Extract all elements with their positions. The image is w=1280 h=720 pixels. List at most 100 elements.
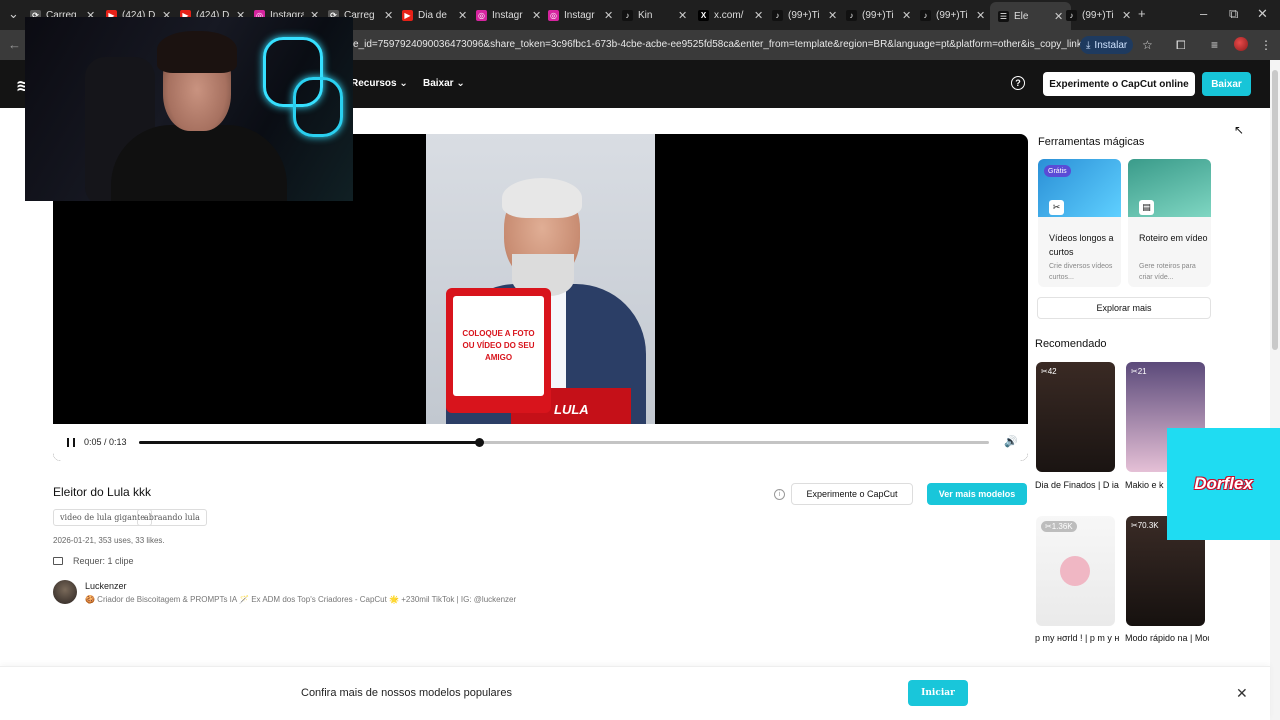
tab-title: (99+)Ti: [936, 9, 968, 21]
uses-count: ✂42: [1041, 367, 1057, 376]
mouse-cursor-icon: ↖: [1234, 123, 1245, 137]
help-icon[interactable]: ?: [1011, 76, 1025, 90]
neon-light-shape: [293, 77, 343, 137]
tab-title: Ele: [1014, 10, 1029, 22]
seek-bar[interactable]: [139, 438, 989, 447]
extensions-icon[interactable]: ⧠: [1176, 38, 1186, 53]
creator-avatar[interactable]: [53, 580, 77, 604]
tab-close-icon[interactable]: ✕: [1054, 10, 1063, 23]
tool-description: Crie diversos vídeos curtos...: [1049, 263, 1113, 281]
window-close-icon[interactable]: ✕: [1257, 6, 1268, 22]
tab-close-icon[interactable]: ✕: [976, 9, 985, 22]
tool-card-long-to-short[interactable]: Grátis ✂ Vídeos longos a curtos Crie div…: [1038, 159, 1121, 287]
free-badge: Grátis: [1044, 165, 1071, 177]
start-button[interactable]: Iniciar: [908, 680, 968, 706]
dorflex-ad[interactable]: Dorflex: [1167, 428, 1280, 540]
volume-icon[interactable]: 🔊: [1004, 435, 1018, 448]
url-text[interactable]: e_id=7597924090036473096&share_token=3c9…: [353, 39, 1093, 50]
browser-tab[interactable]: ☰ Ele ✕: [990, 2, 1072, 30]
tab-favicon-icon: ♪: [622, 9, 633, 21]
browser-tab[interactable]: ◎ Instagr ✕: [476, 4, 541, 26]
tab-title: Kin: [638, 9, 653, 21]
browser-tab[interactable]: ♪ Kin ✕: [622, 4, 687, 26]
tab-close-icon[interactable]: ✕: [532, 9, 541, 22]
browser-tab[interactable]: ▶ Dia de ✕: [402, 4, 467, 26]
tab-favicon-icon: X: [698, 9, 709, 21]
new-tab-icon[interactable]: +: [1138, 6, 1146, 21]
scissors-icon: ✂: [1049, 200, 1064, 215]
page-scrollbar[interactable]: [1270, 60, 1280, 720]
explore-more-button[interactable]: Explorar mais: [1037, 297, 1211, 319]
info-icon[interactable]: i: [774, 489, 785, 500]
tab-title: Instagr: [564, 9, 595, 21]
tab-search-icon[interactable]: ⌄: [8, 6, 19, 22]
install-icon: ⤓: [1086, 39, 1091, 51]
recommended-title[interactable]: Modo rápido na | Modo rápido na |...: [1125, 631, 1209, 645]
uses-count: ✂1.36K: [1041, 521, 1077, 532]
browser-tab[interactable]: ♪ (99+)Ti ✕: [1066, 4, 1131, 26]
tab-close-icon[interactable]: ✕: [678, 9, 687, 22]
try-capcut-button[interactable]: Experimente o CapCut: [791, 483, 913, 505]
tools-heading: Ferramentas mágicas: [1038, 136, 1145, 148]
tag-chip[interactable]: abraando lula: [137, 509, 207, 526]
uses-count: ✂70.3K: [1131, 521, 1159, 530]
tool-card-script-to-video[interactable]: ▤ Roteiro em vídeo Gere roteiros para cr…: [1128, 159, 1211, 287]
tab-title: Dia de: [418, 9, 447, 21]
install-label: Instalar: [1094, 39, 1128, 51]
script-icon: ▤: [1139, 200, 1154, 215]
recommended-title[interactable]: p my нσrld ! | p m y нσrld ! |🫶: [1035, 631, 1119, 645]
seek-bar-fill: [139, 441, 479, 444]
poster-text: COLOQUE A FOTO OU VÍDEO DO SEU AMIGO: [462, 329, 535, 362]
tab-close-icon[interactable]: ✕: [754, 9, 763, 22]
bookmark-star-icon[interactable]: ☆: [1142, 38, 1153, 52]
profile-avatar[interactable]: [1234, 37, 1248, 51]
menu-baixar[interactable]: Baixar ⌄: [423, 78, 465, 89]
tab-close-icon[interactable]: ✕: [902, 9, 911, 22]
video-stats: 2026-01-21, 353 uses, 33 likes.: [53, 536, 165, 545]
tab-close-icon[interactable]: ✕: [1122, 9, 1131, 22]
back-arrow-icon[interactable]: ←: [8, 37, 21, 52]
try-online-button[interactable]: Experimente o CapCut online: [1043, 72, 1195, 96]
tab-favicon-icon: ◎: [548, 9, 559, 21]
time-readout: 0:05 / 0:13: [84, 437, 127, 447]
recommended-thumbnail[interactable]: ✂1.36K: [1036, 516, 1115, 626]
tab-title: (99+)Ti: [862, 9, 894, 21]
browser-menu-icon[interactable]: ⋮: [1260, 38, 1272, 52]
recommended-title[interactable]: Dia de Finados | D ia de Finados |#...: [1035, 478, 1119, 492]
install-app-button[interactable]: ⤓ Instalar: [1080, 36, 1134, 54]
browser-tab[interactable]: ♪ (99+)Ti ✕: [772, 4, 837, 26]
browser-tab[interactable]: ♪ (99+)Ti ✕: [920, 4, 985, 26]
tab-close-icon[interactable]: ✕: [384, 9, 393, 22]
scroll-thumb[interactable]: [1272, 70, 1278, 350]
person-body: [111, 125, 287, 201]
creator-name[interactable]: Luckenzer: [85, 581, 127, 591]
hair-shape: [502, 178, 582, 218]
browser-tab[interactable]: ◎ Instagr ✕: [548, 4, 613, 26]
person-hair: [157, 31, 237, 73]
tool-title: Roteiro em vídeo: [1139, 233, 1208, 243]
tab-favicon-icon: ◎: [476, 9, 487, 21]
video-frame: LULA COLOQUE A FOTO OU VÍDEO DO SEU AMIG…: [426, 134, 655, 424]
poster-brand: LULA: [554, 402, 589, 417]
close-icon[interactable]: ✕: [1236, 685, 1248, 702]
seek-knob[interactable]: [475, 438, 484, 447]
tab-favicon-icon: ▶: [402, 9, 413, 21]
maximize-icon[interactable]: ⧉: [1229, 6, 1238, 22]
pause-icon[interactable]: [67, 438, 75, 447]
film-icon: [53, 557, 63, 565]
tab-close-icon[interactable]: ✕: [458, 9, 467, 22]
download-button[interactable]: Baixar: [1202, 72, 1251, 96]
recommended-thumbnail[interactable]: ✂42: [1036, 362, 1115, 472]
media-control-icon[interactable]: ≡: [1211, 38, 1218, 52]
menu-recursos[interactable]: Recursos ⌄: [351, 78, 408, 89]
minimize-icon[interactable]: –: [1200, 6, 1207, 21]
browser-tab[interactable]: ♪ (99+)Ti ✕: [846, 4, 911, 26]
tab-close-icon[interactable]: ✕: [604, 9, 613, 22]
browser-tab[interactable]: Xx.com/ ✕: [698, 4, 763, 26]
uses-count: ✂21: [1131, 367, 1147, 376]
popular-templates-banner: Confira mais de nossos modelos populares…: [0, 666, 1270, 720]
tab-close-icon[interactable]: ✕: [828, 9, 837, 22]
tool-description: Gere roteiros para criar víde...: [1139, 263, 1196, 281]
more-models-button[interactable]: Ver mais modelos: [927, 483, 1027, 505]
tab-title: Instagr: [492, 9, 523, 21]
